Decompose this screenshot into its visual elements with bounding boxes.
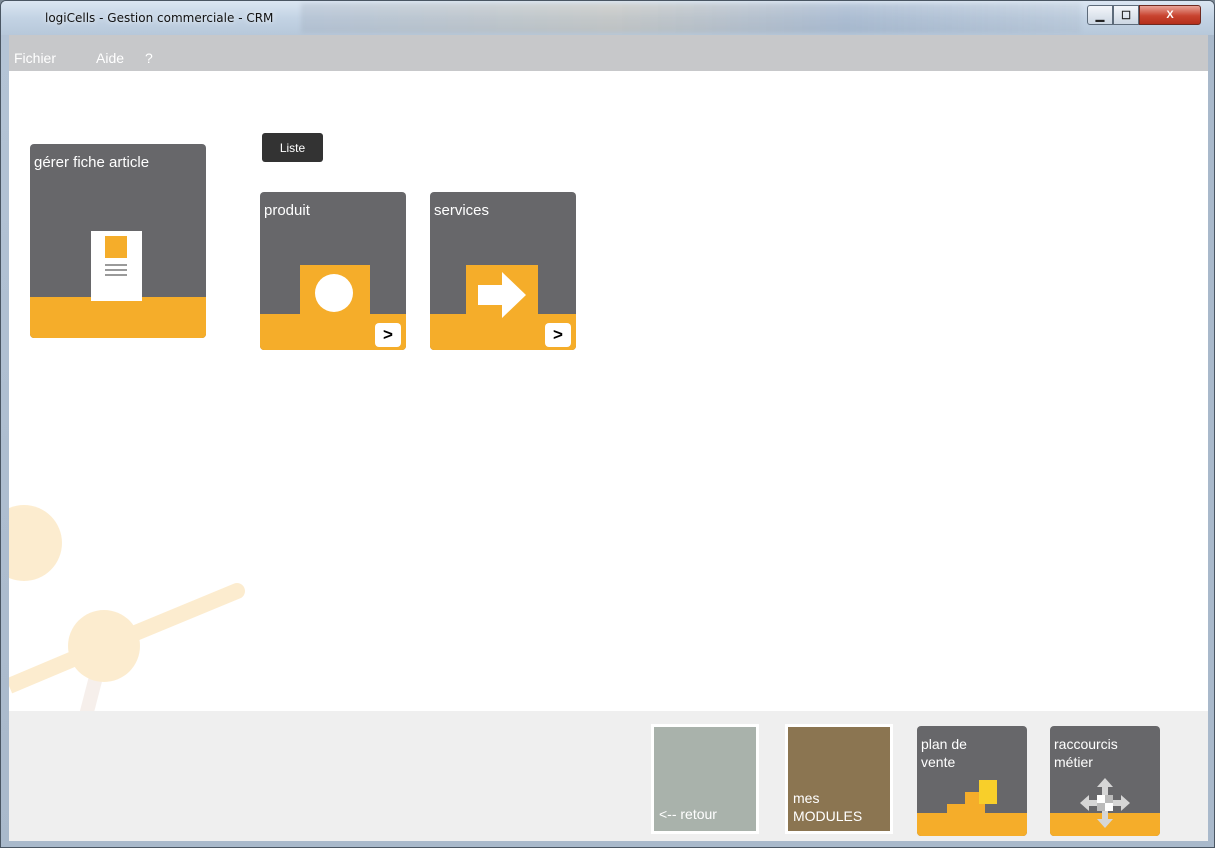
- close-icon: X: [1166, 9, 1174, 21]
- menu-help[interactable]: ?: [145, 50, 153, 66]
- produit-go-button[interactable]: >: [375, 323, 401, 347]
- raccourcis-line1: raccourcis: [1054, 736, 1118, 752]
- gerer-fiche-article-label: gérer fiche article: [34, 154, 150, 171]
- maximize-icon: ☐: [1121, 9, 1131, 22]
- stairs-icon: [947, 780, 997, 818]
- produit-tile[interactable]: produit >: [260, 192, 406, 350]
- liste-button[interactable]: Liste: [262, 133, 323, 162]
- window-frame-right: [1208, 35, 1214, 847]
- menu-aide[interactable]: Aide: [96, 50, 124, 66]
- arrow-box-icon: [466, 265, 538, 321]
- taskbar-preview-blur: [301, 3, 1081, 33]
- client-area: Fichier Aide ? gérer fiche article Liste…: [9, 35, 1208, 841]
- menu-fichier[interactable]: Fichier: [14, 50, 56, 66]
- close-button[interactable]: X: [1139, 5, 1201, 25]
- window-frame-bottom: [1, 841, 1214, 847]
- retour-label: <-- retour: [659, 806, 717, 822]
- mes-modules-line1: mes: [793, 790, 820, 806]
- tile-base: [30, 297, 206, 338]
- raccourcis-line2: métier: [1054, 754, 1093, 770]
- footer-bar: <-- retour mes MODULES plan de vente rac…: [9, 711, 1208, 841]
- plan-de-vente-line1: plan de: [921, 736, 967, 752]
- plan-de-vente-button[interactable]: plan de vente: [917, 726, 1027, 836]
- circle-box-icon: [300, 265, 370, 321]
- produit-label: produit: [264, 202, 310, 219]
- services-tile[interactable]: services >: [430, 192, 576, 350]
- menu-bar: Fichier Aide ?: [9, 35, 1208, 71]
- retour-button[interactable]: <-- retour: [651, 724, 759, 834]
- document-icon: [91, 231, 142, 301]
- services-label: services: [434, 202, 490, 219]
- mes-modules-line2: MODULES: [793, 808, 863, 824]
- move-arrows-icon: [1080, 778, 1130, 828]
- maximize-button[interactable]: ☐: [1113, 5, 1139, 25]
- minimize-icon: ▁: [1095, 9, 1105, 22]
- services-go-button[interactable]: >: [545, 323, 571, 347]
- title-bar[interactable]: logiCells - Gestion commerciale - CRM ▁ …: [1, 1, 1214, 35]
- minimize-button[interactable]: ▁: [1087, 5, 1113, 25]
- raccourcis-metier-button[interactable]: raccourcis métier: [1050, 726, 1160, 836]
- app-window: logiCells - Gestion commerciale - CRM ▁ …: [0, 0, 1215, 848]
- gerer-fiche-article-tile[interactable]: gérer fiche article: [30, 144, 206, 338]
- plan-de-vente-line2: vente: [921, 754, 956, 770]
- mes-modules-button[interactable]: mes MODULES: [785, 724, 893, 834]
- window-title: logiCells - Gestion commerciale - CRM: [45, 11, 274, 25]
